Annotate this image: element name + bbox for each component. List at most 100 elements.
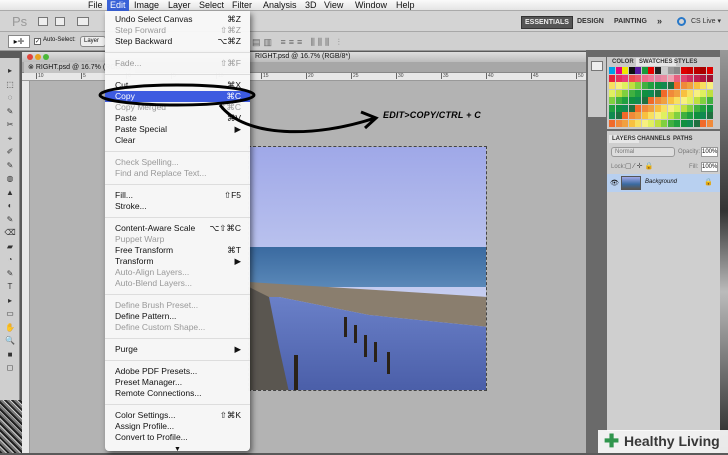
swatch[interactable] [680, 89, 687, 97]
swatch[interactable] [648, 89, 654, 97]
menu-item-find-and-replace-text[interactable]: Find and Replace Text... [105, 168, 250, 179]
swatch[interactable] [680, 97, 687, 104]
swatch[interactable] [680, 119, 687, 127]
swatch[interactable] [628, 119, 635, 127]
swatch[interactable] [667, 119, 674, 127]
swatch[interactable] [674, 82, 680, 89]
tool-button[interactable]: ✎ [4, 161, 16, 170]
swatch[interactable] [706, 89, 713, 97]
swatch[interactable] [667, 104, 674, 112]
swatch[interactable] [635, 74, 641, 82]
swatch[interactable] [628, 112, 635, 119]
swatch[interactable] [700, 97, 706, 104]
swatch[interactable] [635, 119, 641, 127]
swatch[interactable] [654, 119, 661, 127]
swatch[interactable] [635, 82, 641, 89]
menu-window[interactable]: Window [352, 0, 390, 11]
menu-item-step-forward[interactable]: Step Forward ⇧⌘Z [105, 25, 250, 36]
tool-button[interactable]: ⌫ [4, 228, 16, 237]
tool-button[interactable] [4, 377, 16, 386]
blend-mode-dropdown[interactable]: Normal [611, 147, 675, 157]
menu-item-step-backward[interactable]: Step Backward ⌥⌘Z [105, 36, 250, 47]
swatch[interactable] [635, 67, 641, 74]
swatch[interactable] [628, 82, 635, 89]
menu-item-puppet-warp[interactable]: Puppet Warp [105, 234, 250, 245]
screen-mode-icon[interactable] [77, 17, 89, 26]
swatch[interactable] [622, 67, 628, 74]
menu-help[interactable]: Help [393, 0, 418, 11]
swatch[interactable] [628, 97, 635, 104]
swatch[interactable] [680, 82, 687, 89]
tool-button[interactable]: ✎ [4, 269, 16, 278]
swatch[interactable] [641, 119, 648, 127]
swatch[interactable] [693, 104, 700, 112]
swatch[interactable] [615, 97, 622, 104]
swatch[interactable] [654, 104, 661, 112]
swatch[interactable] [615, 119, 622, 127]
swatch[interactable] [687, 112, 693, 119]
swatch[interactable] [693, 119, 700, 127]
swatch[interactable] [700, 112, 706, 119]
more-workspaces-button[interactable]: » [654, 16, 665, 27]
swatch[interactable] [700, 67, 706, 74]
swatch[interactable] [687, 89, 693, 97]
menu-item-stroke[interactable]: Stroke... [105, 201, 250, 212]
swatch[interactable] [648, 82, 654, 89]
swatch[interactable] [609, 112, 615, 119]
swatch[interactable] [667, 112, 674, 119]
close-tab-icon[interactable]: ⊗ [28, 64, 36, 71]
swatch[interactable] [609, 119, 615, 127]
swatch[interactable] [706, 112, 713, 119]
workspace-painting[interactable]: PAINTING [611, 16, 650, 27]
swatch[interactable] [654, 82, 661, 89]
swatch[interactable] [654, 67, 661, 74]
menu-item-transform[interactable]: Transform ▶ [105, 256, 250, 267]
menu-item-remote-connections[interactable]: Remote Connections... [105, 388, 250, 399]
swatch[interactable] [687, 119, 693, 127]
swatch[interactable] [687, 82, 693, 89]
tool-button[interactable]: ◻ [4, 363, 16, 372]
close-window-button[interactable] [27, 54, 33, 60]
menu-item-convert-to-profile[interactable]: Convert to Profile... [105, 432, 250, 443]
swatch[interactable] [700, 119, 706, 127]
tab-swatches[interactable]: SWATCHES [636, 58, 676, 66]
swatch[interactable] [628, 74, 635, 82]
tool-button[interactable]: ◌ [4, 93, 16, 102]
swatch[interactable] [615, 89, 622, 97]
tool-button[interactable]: ▭ [4, 309, 16, 318]
swatch[interactable] [706, 104, 713, 112]
swatch[interactable] [635, 97, 641, 104]
tab-channels[interactable]: CHANNELS [634, 135, 673, 143]
workspace-essentials[interactable]: ESSENTIALS [521, 16, 573, 29]
swatch[interactable] [706, 74, 713, 82]
swatch[interactable] [687, 104, 693, 112]
workspace-design[interactable]: DESIGN [574, 16, 607, 27]
tool-button[interactable]: ✋ [4, 323, 16, 332]
align-distribute-buttons[interactable]: ▤▥ ≡≡≡ ⫼⫼⫼ ⫶ [252, 37, 343, 48]
swatch[interactable] [648, 67, 654, 74]
swatch[interactable] [615, 112, 622, 119]
swatch[interactable] [680, 74, 687, 82]
swatch[interactable] [661, 97, 667, 104]
swatch[interactable] [661, 104, 667, 112]
menu-item-preset-manager[interactable]: Preset Manager... [105, 377, 250, 388]
swatch[interactable] [648, 112, 654, 119]
menu-layer[interactable]: Layer [165, 0, 194, 11]
tool-button[interactable]: ✎ [4, 107, 16, 116]
swatch[interactable] [661, 112, 667, 119]
swatch[interactable] [654, 89, 661, 97]
swatch[interactable] [680, 112, 687, 119]
move-tool-preset-picker[interactable]: ▸✛ [8, 35, 30, 48]
menu-item-content-aware-scale[interactable]: Content-Aware Scale ⌥⇧⌘C [105, 223, 250, 234]
menu-item-define-brush-preset[interactable]: Define Brush Preset... [105, 300, 250, 311]
swatch[interactable] [615, 82, 622, 89]
swatch[interactable] [693, 82, 700, 89]
swatch[interactable] [654, 74, 661, 82]
swatch[interactable] [700, 74, 706, 82]
cs-live-button[interactable]: CS Live ▾ [688, 16, 724, 27]
tool-button[interactable]: ■ [4, 350, 16, 359]
swatch[interactable] [641, 67, 648, 74]
menu-scroll-down-arrow[interactable]: ▼ [105, 444, 250, 455]
swatch[interactable] [641, 74, 648, 82]
swatch[interactable] [641, 112, 648, 119]
